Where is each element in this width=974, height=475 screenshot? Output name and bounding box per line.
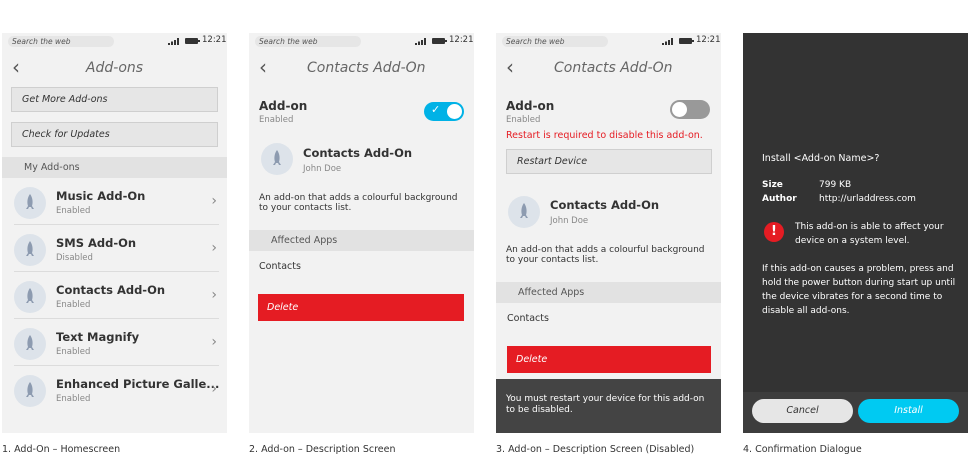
chevron-right-icon: › bbox=[211, 193, 217, 209]
check-updates-button[interactable]: Check for Updates bbox=[11, 122, 218, 147]
clock: 12:21 bbox=[202, 35, 227, 45]
addon-author: John Doe bbox=[550, 216, 589, 226]
list-item[interactable]: Text Magnify Enabled › bbox=[2, 320, 227, 366]
battery-icon bbox=[185, 38, 200, 44]
restart-device-button[interactable]: Restart Device bbox=[506, 149, 712, 174]
battery-icon bbox=[432, 38, 447, 44]
status-bar: Search the web 12:21 bbox=[249, 33, 474, 49]
addon-status: Enabled bbox=[56, 206, 91, 216]
section-header: Affected Apps bbox=[496, 282, 721, 303]
status-bar: Search the web 12:21 bbox=[496, 33, 721, 49]
rocket-icon bbox=[14, 187, 46, 219]
rocket-icon bbox=[14, 281, 46, 313]
addon-status: Disabled bbox=[56, 253, 93, 263]
chevron-right-icon: › bbox=[211, 287, 217, 303]
author-value: http://urladdress.com bbox=[819, 194, 916, 204]
cancel-button[interactable]: Cancel bbox=[752, 399, 853, 423]
header: ‹ Add-ons bbox=[2, 51, 227, 85]
addon-toggle-state: Enabled bbox=[506, 115, 541, 125]
addons-homescreen: Search the web 12:21 ‹ Add-ons Get More … bbox=[2, 33, 227, 433]
install-button[interactable]: Install bbox=[858, 399, 959, 423]
check-icon: ✓ bbox=[431, 103, 441, 116]
addon-toggle[interactable]: ✓ bbox=[424, 102, 464, 121]
alert-icon: ! bbox=[764, 222, 784, 242]
affected-app: Contacts bbox=[507, 313, 549, 324]
list-item[interactable]: Enhanced Picture Galle... Enabled › bbox=[2, 367, 227, 413]
addon-toggle-label: Add-on bbox=[506, 99, 555, 113]
rocket-icon bbox=[261, 143, 293, 175]
addon-description-disabled-screen: Search the web 12:21 ‹ Contacts Add-On A… bbox=[496, 33, 721, 433]
list-item[interactable]: Contacts Add-On Enabled › bbox=[2, 273, 227, 319]
addon-name: Text Magnify bbox=[56, 330, 140, 344]
header: ‹ Contacts Add-On bbox=[249, 51, 474, 85]
addon-status: Enabled bbox=[56, 347, 91, 357]
search-input[interactable]: Search the web bbox=[502, 36, 608, 47]
rocket-icon bbox=[14, 328, 46, 360]
addon-toggle-state: Enabled bbox=[259, 115, 294, 125]
delete-button[interactable]: Delete bbox=[258, 294, 464, 321]
size-label: Size bbox=[762, 180, 783, 190]
addon-toggle[interactable] bbox=[670, 100, 710, 119]
size-value: 799 KB bbox=[819, 180, 852, 190]
section-header: Affected Apps bbox=[249, 230, 474, 251]
dialog-footer: Cancel Install bbox=[743, 392, 968, 433]
chevron-right-icon: › bbox=[211, 381, 217, 397]
addon-name: Contacts Add-On bbox=[303, 146, 413, 160]
addon-description: An add-on that adds a colourful backgrou… bbox=[506, 245, 705, 265]
system-warning: This add-on is able to affect your devic… bbox=[795, 222, 944, 246]
caption-screen-3: 3. Add-on – Description Screen (Disabled… bbox=[496, 444, 695, 455]
affected-app: Contacts bbox=[259, 261, 301, 272]
caption-screen-4: 4. Confirmation Dialogue bbox=[743, 444, 862, 455]
page-title: Contacts Add-On bbox=[554, 60, 673, 76]
restart-toast: You must restart your device for this ad… bbox=[496, 379, 721, 433]
search-input[interactable]: Search the web bbox=[8, 36, 114, 47]
header: ‹ Contacts Add-On bbox=[496, 51, 721, 85]
rocket-icon bbox=[14, 234, 46, 266]
signal-icon bbox=[415, 38, 426, 45]
battery-icon bbox=[679, 38, 694, 44]
signal-icon bbox=[662, 38, 673, 45]
caption-screen-1: 1. Add-On – Homescreen bbox=[2, 444, 121, 455]
addon-status: Enabled bbox=[56, 394, 91, 404]
addon-name: Enhanced Picture Galle... bbox=[56, 377, 220, 391]
get-more-addons-button[interactable]: Get More Add-ons bbox=[11, 87, 218, 112]
clock: 12:21 bbox=[449, 35, 474, 45]
addon-description-screen: Search the web 12:21 ‹ Contacts Add-On A… bbox=[249, 33, 474, 433]
page-title: Contacts Add-On bbox=[307, 60, 426, 76]
clock: 12:21 bbox=[696, 35, 721, 45]
dialog-title: Install <Add-on Name>? bbox=[762, 153, 880, 164]
list-item[interactable]: SMS Add-On Disabled › bbox=[2, 226, 227, 272]
status-bar: Search the web 12:21 bbox=[2, 33, 227, 49]
addon-name: SMS Add-On bbox=[56, 236, 137, 250]
author-label: Author bbox=[762, 194, 797, 204]
chevron-right-icon: › bbox=[211, 334, 217, 350]
addon-author: John Doe bbox=[303, 164, 342, 174]
restart-warning: Restart is required to disable this add-… bbox=[506, 130, 703, 141]
addon-name: Contacts Add-On bbox=[550, 198, 660, 212]
rocket-icon bbox=[508, 196, 540, 228]
caption-screen-2: 2. Add-on – Description Screen bbox=[249, 444, 396, 455]
addon-description: An add-on that adds a colourful backgrou… bbox=[259, 193, 458, 213]
back-icon[interactable]: ‹ bbox=[506, 57, 514, 77]
signal-icon bbox=[168, 38, 179, 45]
page-title: Add-ons bbox=[85, 60, 144, 76]
rocket-icon bbox=[14, 375, 46, 407]
section-header: My Add-ons bbox=[2, 157, 227, 178]
addon-name: Music Add-On bbox=[56, 189, 146, 203]
addon-status: Enabled bbox=[56, 300, 91, 310]
addon-name: Contacts Add-On bbox=[56, 283, 166, 297]
chevron-right-icon: › bbox=[211, 240, 217, 256]
addon-toggle-label: Add-on bbox=[259, 99, 308, 113]
search-input[interactable]: Search the web bbox=[255, 36, 361, 47]
dialog-info: If this add-on causes a problem, press a… bbox=[762, 264, 956, 316]
confirmation-dialog: Install <Add-on Name>? Size 799 KB Autho… bbox=[743, 33, 968, 433]
delete-button[interactable]: Delete bbox=[507, 346, 711, 373]
list-item[interactable]: Music Add-On Enabled › bbox=[2, 179, 227, 225]
back-icon[interactable]: ‹ bbox=[259, 57, 267, 77]
